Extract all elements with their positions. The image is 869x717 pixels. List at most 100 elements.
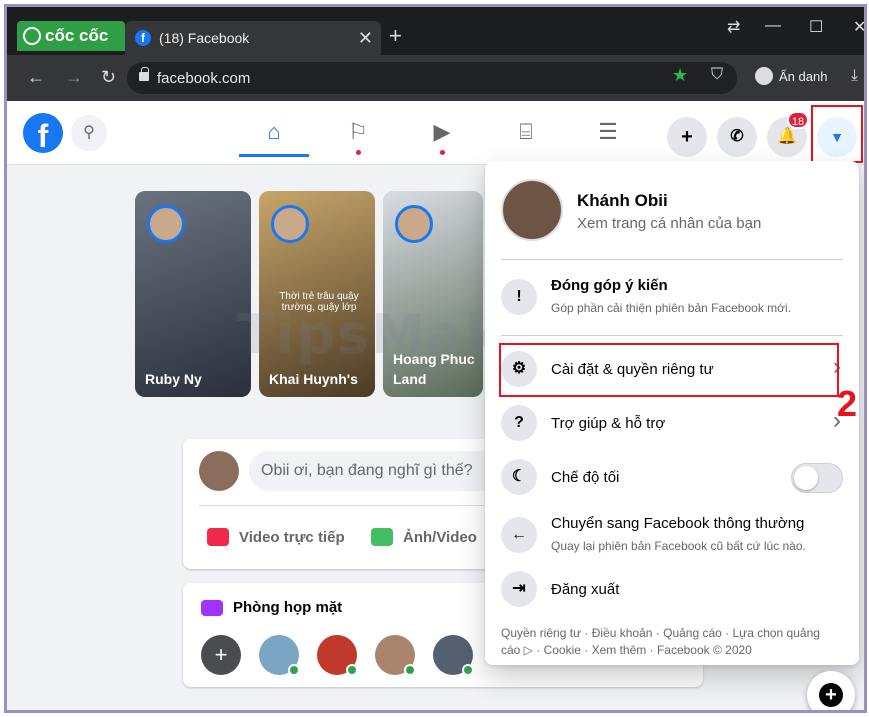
minimize-icon[interactable]: — — [765, 17, 781, 35]
avatar — [271, 205, 309, 243]
menu-item-sub: Góp phần cải thiện phiên bản Facebook mớ… — [551, 301, 792, 315]
bookmark-star-icon[interactable]: ★ — [672, 65, 688, 86]
avatar — [501, 179, 563, 241]
messenger-icon: ✆ — [730, 128, 744, 145]
url-input[interactable]: facebook.com — [127, 62, 737, 94]
dark-mode-toggle[interactable] — [791, 463, 843, 493]
create-room-button[interactable]: + — [201, 635, 241, 675]
messenger-button[interactable]: ✆ — [717, 117, 757, 157]
arrow-left-icon: ← — [501, 517, 537, 553]
facebook-logo-icon[interactable]: f — [23, 113, 63, 153]
divider — [501, 259, 843, 260]
download-icon[interactable]: ⤓ — [851, 67, 858, 85]
room-avatar[interactable] — [259, 635, 300, 676]
annotation-box-1 — [811, 105, 863, 163]
tab-facebook[interactable]: f (18) Facebook ✕ — [125, 21, 381, 55]
maximize-icon[interactable]: ☐ — [809, 17, 823, 37]
avatar — [199, 451, 239, 491]
close-tab-icon[interactable]: ✕ — [358, 28, 373, 49]
menu-item-label: Chuyển sang Facebook thông thường — [551, 515, 805, 532]
tab-marketplace[interactable]: ⌸ — [491, 109, 561, 157]
profile-subtitle: Xem trang cá nhân của bạn — [577, 215, 762, 232]
new-dot — [440, 150, 445, 155]
facebook-favicon-icon: f — [135, 30, 151, 46]
menu-item-dark-mode[interactable]: ☾ Chế độ tối — [501, 457, 843, 501]
tab-menu[interactable]: ☰ — [573, 109, 643, 157]
room-avatar[interactable] — [433, 635, 474, 676]
address-bar-row: ← → ↻ facebook.com ★ ⛉ Ẩn danh ⤓ — [7, 55, 864, 101]
photo-video-button[interactable]: Ảnh/Video — [371, 519, 477, 555]
room-avatar[interactable] — [317, 635, 358, 676]
close-window-icon[interactable]: ✕ — [853, 17, 864, 37]
live-video-label: Video trực tiếp — [239, 528, 345, 546]
question-icon: ? — [501, 405, 537, 441]
menu-item-sub: Quay lại phiên bản Facebook cũ bất cứ lú… — [551, 539, 806, 553]
coccoc-leaf-icon — [23, 27, 41, 45]
video-room-icon — [201, 599, 223, 616]
annotation-box-2 — [499, 343, 839, 397]
home-icon: ⌂ — [267, 119, 281, 144]
annotation-number-2: 2 — [837, 383, 858, 424]
rooms-title: Phòng họp mặt — [201, 599, 342, 616]
plus-icon: + — [681, 126, 693, 148]
tab-title: (18) Facebook — [159, 30, 250, 46]
story-name: Ruby Ny — [145, 371, 202, 387]
coccoc-logo[interactable]: cốc cốc — [17, 21, 125, 51]
menu-item-label: Đóng góp ý kiến — [551, 277, 668, 294]
notification-badge: 18 — [787, 111, 809, 129]
story-card[interactable]: Hoang Phuc Land — [383, 191, 483, 397]
watch-video-icon: ▶ — [433, 119, 451, 144]
tab-home[interactable]: ⌂ — [239, 109, 309, 157]
avatar — [395, 205, 433, 243]
bell-icon: 🔔 — [777, 128, 797, 145]
menu-item-logout[interactable]: ⇥ Đăng xuất — [501, 569, 843, 613]
reload-icon[interactable]: ↻ — [101, 67, 116, 88]
live-video-button[interactable]: Video trực tiếp — [207, 519, 345, 555]
menu-item-label: Đăng xuất — [551, 581, 620, 598]
new-tab-button[interactable]: + — [389, 23, 402, 49]
search-icon[interactable]: ⚲ — [71, 115, 107, 151]
avatar — [147, 205, 185, 243]
incognito-label: Ẩn danh — [779, 68, 828, 84]
online-dot — [404, 664, 416, 676]
tab-watch[interactable]: ▶ — [407, 109, 477, 157]
back-icon[interactable]: ← — [27, 67, 45, 88]
lock-icon — [139, 67, 149, 81]
story-card[interactable]: Ruby Ny — [135, 191, 251, 397]
photo-video-label: Ảnh/Video — [403, 528, 477, 546]
plus-icon: + — [819, 683, 843, 707]
tab-pages[interactable]: ⚐ — [323, 109, 393, 157]
browser-window: cốc cốc f (18) Facebook ✕ + ⇄ — ☐ ✕ ← → … — [4, 4, 867, 713]
menu-footer-links[interactable]: Quyền riêng tư · Điều khoản · Quảng cáo … — [501, 625, 841, 659]
shield-icon[interactable]: ⛉ — [711, 66, 723, 84]
room-avatar[interactable] — [375, 635, 416, 676]
story-card[interactable]: Thời trẻ trâu quậy trường, quậy lớp Khai… — [259, 191, 375, 397]
divider — [501, 335, 843, 336]
online-dot — [462, 664, 474, 676]
incognito-icon — [755, 67, 773, 85]
menu-item-feedback[interactable]: ! Đóng góp ý kiến Góp phần cải thiện phi… — [501, 273, 843, 325]
new-message-button[interactable]: + — [807, 671, 855, 710]
menu-item-label: Trợ giúp & hỗ trợ — [551, 415, 666, 432]
moon-icon: ☾ — [501, 459, 537, 495]
menu-item-switch-classic[interactable]: ← Chuyển sang Facebook thông thường Quay… — [501, 511, 843, 561]
facebook-header: f ⚲ ⌂ ⚐ ▶ ⌸ ☰ + ✆ 🔔 18 ▼ — [7, 101, 864, 165]
tab-search-icon[interactable]: ⇄ — [727, 17, 740, 37]
menu-icon: ☰ — [598, 119, 618, 144]
marketplace-icon: ⌸ — [519, 119, 533, 144]
url-text: facebook.com — [157, 69, 251, 87]
tab-bar: cốc cốc f (18) Facebook ✕ + ⇄ — ☐ ✕ — [7, 7, 864, 55]
online-dot — [346, 664, 358, 676]
pages-flag-icon: ⚐ — [348, 119, 368, 144]
account-dropdown-menu: Khánh Obii Xem trang cá nhân của bạn ! Đ… — [485, 161, 859, 665]
menu-item-help[interactable]: ? Trợ giúp & hỗ trợ › — [501, 403, 843, 447]
coccoc-brand: cốc cốc — [45, 26, 109, 45]
forward-icon[interactable]: → — [65, 67, 83, 88]
create-button[interactable]: + — [667, 117, 707, 157]
story-name: Khai Huynh's — [269, 371, 358, 387]
online-dot — [288, 664, 300, 676]
incognito-button[interactable]: Ẩn danh — [755, 67, 827, 85]
rooms-title-text: Phòng họp mặt — [233, 599, 343, 616]
menu-item-label: Chế độ tối — [551, 469, 620, 486]
live-video-icon — [207, 528, 229, 546]
